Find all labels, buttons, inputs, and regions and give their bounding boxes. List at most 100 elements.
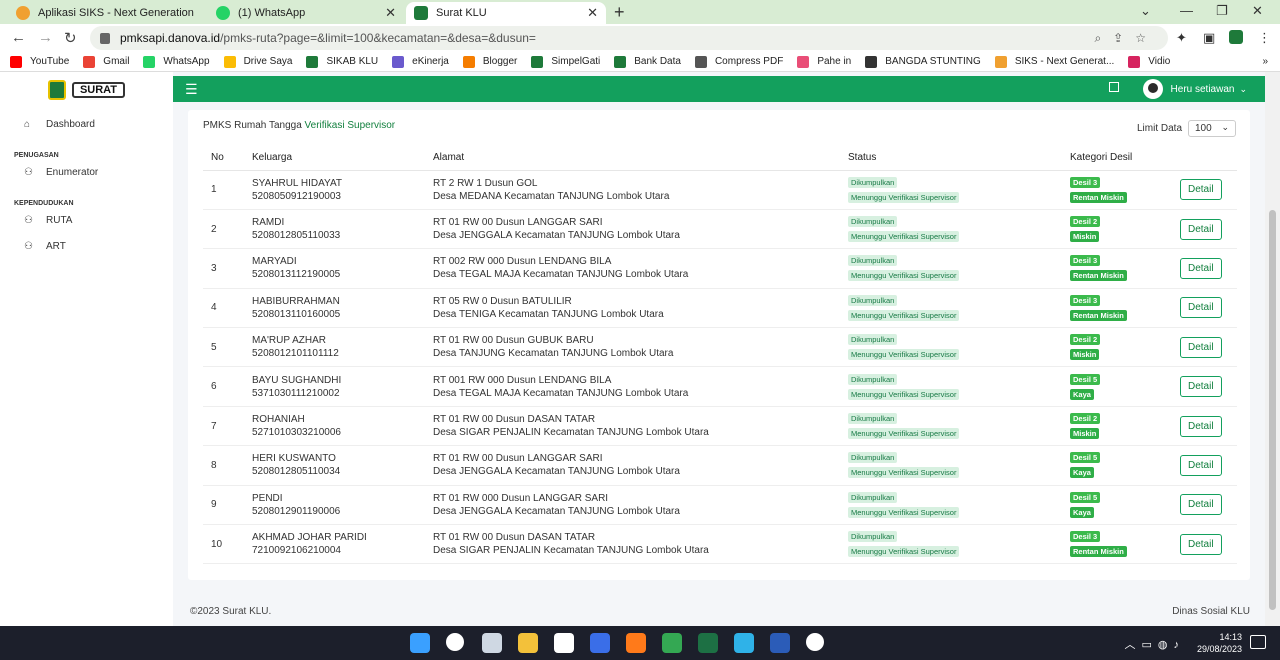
reload-icon[interactable]: ↻ — [64, 29, 77, 47]
detail-button[interactable]: Detail — [1180, 218, 1222, 240]
bookmark-label: Vidio — [1148, 56, 1171, 67]
bookmark-item[interactable]: SIKAB KLU — [306, 55, 378, 68]
browser-tab[interactable]: Aplikasi SIKS - Next Generation — [8, 2, 204, 24]
hamburger-menu-icon[interactable]: ☰ — [185, 81, 198, 98]
brand-logo[interactable]: SURAT — [0, 72, 173, 108]
page-scrollbar[interactable] — [1265, 72, 1280, 626]
task-view-icon[interactable] — [482, 633, 502, 653]
taskbar-clock[interactable]: 14:13 29/08/2023 — [1197, 631, 1242, 655]
bookmarks-overflow-icon[interactable]: » — [1262, 56, 1268, 67]
address-bar-actions[interactable]: ⌕⇪☆ — [1094, 31, 1158, 46]
desil-line: Desil 5 — [1070, 373, 1172, 386]
profile-icon[interactable] — [1229, 30, 1243, 44]
row-number: 10 — [203, 524, 244, 565]
chevron-down-icon: ⌄ — [1221, 122, 1229, 132]
sidebar-item-art[interactable]: ⚇ ART — [0, 233, 173, 259]
minimize-icon[interactable]: — — [1180, 3, 1193, 18]
detail-button[interactable]: Detail — [1180, 454, 1222, 476]
sidebar-item-dashboard[interactable]: ⌂ Dashboard — [0, 111, 173, 137]
row-keluarga: AKHMAD JOHAR PARIDI 7210092106210004 — [244, 524, 425, 565]
browser-tab-active[interactable]: Surat KLU ✕ — [406, 2, 606, 24]
file-explorer-icon[interactable] — [518, 633, 538, 653]
whatsapp-favicon-icon — [216, 6, 230, 20]
close-window-icon[interactable]: ✕ — [1252, 3, 1263, 19]
bookmark-item[interactable]: Compress PDF — [694, 55, 783, 68]
row-keluarga: MARYADI 5208013112190005 — [244, 248, 425, 289]
bookmark-item[interactable]: Blogger — [462, 55, 517, 68]
back-icon[interactable]: ← — [11, 29, 26, 46]
bookmark-item[interactable]: Gmail — [83, 55, 130, 68]
kategori-badge: Miskin — [1070, 428, 1100, 440]
tab-search-icon[interactable]: ⌄ — [1140, 3, 1151, 19]
bookmark-item[interactable]: eKinerja — [392, 55, 449, 68]
col-alamat: Alamat — [425, 146, 840, 171]
limit-select[interactable]: 100 ⌄ — [1188, 120, 1236, 137]
row-kategori: Desil 5 Kaya — [1062, 366, 1172, 407]
sidebar-section-heading: PENUGASAN — [14, 152, 59, 159]
bookmark-item[interactable]: Pahe in — [797, 55, 851, 68]
detail-button[interactable]: Detail — [1180, 179, 1222, 201]
chrome-icon[interactable] — [662, 633, 682, 653]
address-bar[interactable]: pmksapi.danova.id/pmks-ruta?page=&limit=… — [90, 26, 1168, 50]
extensions-icon[interactable]: ✦ — [1176, 30, 1187, 46]
col-no: No — [203, 146, 244, 171]
bookmark-item[interactable]: SimpelGati — [531, 55, 600, 68]
search-icon[interactable] — [446, 633, 464, 651]
chat-icon[interactable] — [806, 633, 824, 651]
excel-icon[interactable] — [698, 633, 718, 653]
bookmark-item[interactable]: WhatsApp — [143, 55, 210, 68]
detail-button[interactable]: Detail — [1180, 297, 1222, 319]
detail-button[interactable]: Detail — [1180, 257, 1222, 279]
bookmark-favicon-icon — [531, 55, 544, 68]
detail-button[interactable]: Detail — [1180, 376, 1222, 398]
bookmark-label: Gmail — [103, 56, 130, 67]
new-tab-icon[interactable]: + — [614, 2, 625, 23]
detail-button[interactable]: Detail — [1180, 494, 1222, 516]
family-name: AKHMAD JOHAR PARIDI — [252, 532, 367, 544]
sidebar-item-ruta[interactable]: ⚇ RUTA — [0, 207, 173, 233]
bookmark-label: WhatsApp — [163, 56, 210, 67]
bookmark-item[interactable]: Bank Data — [614, 55, 681, 68]
forward-icon[interactable]: → — [38, 29, 53, 46]
close-tab-icon[interactable]: ✕ — [587, 5, 598, 21]
store-icon[interactable] — [554, 633, 574, 653]
restore-icon[interactable]: ❐ — [1216, 3, 1228, 19]
card-title: PMKS Rumah Tangga Verifikasi Supervisor — [203, 120, 395, 131]
bookmark-item[interactable]: BANGDA STUNTING — [865, 55, 981, 68]
row-kategori: Desil 5 Kaya — [1062, 445, 1172, 486]
bookmark-item[interactable]: SIKS - Next Generat... — [994, 55, 1114, 68]
status-line: Menunggu Verifikasi Supervisor — [848, 348, 1062, 361]
surat-klu-favicon-icon — [414, 6, 428, 20]
firefox-icon[interactable] — [626, 633, 646, 653]
status-badge-waiting: Menunggu Verifikasi Supervisor — [848, 388, 960, 400]
word-icon[interactable] — [770, 633, 790, 653]
desil-badge: Desil 5 — [1070, 373, 1101, 385]
bookmark-item[interactable]: Vidio — [1128, 55, 1171, 68]
fullscreen-icon[interactable] — [1109, 82, 1119, 92]
bookmark-item[interactable]: Drive Saya — [223, 55, 292, 68]
status-line: Menunggu Verifikasi Supervisor — [848, 230, 1062, 243]
kategori-line: Rentan Miskin — [1070, 545, 1172, 558]
detail-button[interactable]: Detail — [1180, 336, 1222, 358]
menu-icon[interactable]: ⋮ — [1258, 30, 1271, 46]
status-badge-collected: Dikumpulkan — [848, 176, 898, 188]
scrollbar-thumb[interactable] — [1269, 210, 1276, 610]
notification-icon[interactable] — [1250, 635, 1266, 649]
app-icon[interactable] — [590, 633, 610, 653]
user-menu[interactable]: Heru setiawan ⌄ — [1142, 79, 1247, 99]
system-tray-icons[interactable]: ︿▭◍♪ — [1125, 636, 1186, 652]
status-line: Dikumpulkan — [848, 491, 1062, 504]
close-tab-icon[interactable]: ✕ — [385, 5, 396, 21]
sidebar-item-label: Enumerator — [46, 166, 99, 178]
detail-button[interactable]: Detail — [1180, 533, 1222, 555]
side-panel-icon[interactable]: ▣ — [1203, 30, 1215, 46]
row-action: Detail — [1172, 445, 1237, 486]
windows-start-icon[interactable] — [410, 633, 430, 653]
browser-tab[interactable]: (1) WhatsApp ✕ — [208, 2, 404, 24]
edge-icon[interactable] — [734, 633, 754, 653]
bookmark-item[interactable]: YouTube — [10, 55, 69, 68]
detail-button[interactable]: Detail — [1180, 415, 1222, 437]
family-name: HERI KUSWANTO — [252, 453, 336, 465]
sidebar-item-enumerator[interactable]: ⚇ Enumerator — [0, 159, 173, 185]
avatar — [1142, 79, 1163, 99]
